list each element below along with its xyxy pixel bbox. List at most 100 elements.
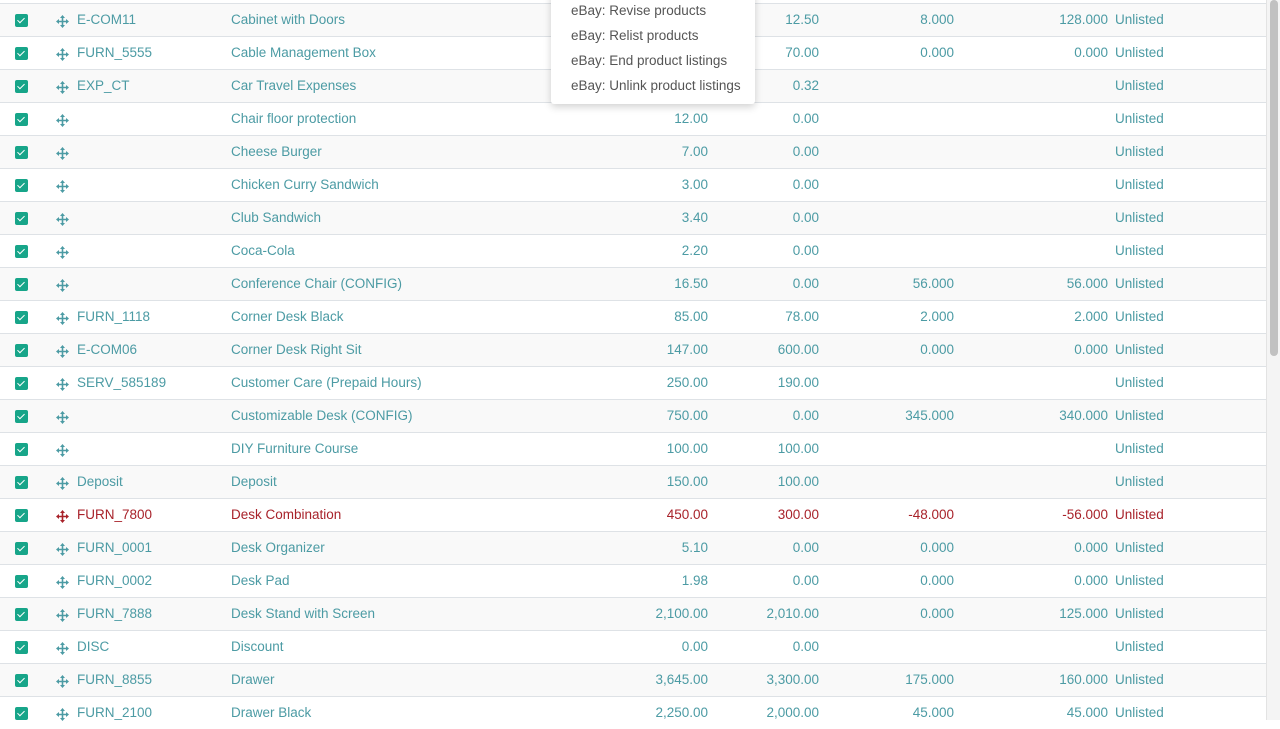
drag-handle-icon[interactable] (55, 37, 69, 69)
product-name: Desk Combination (231, 507, 342, 522)
drag-handle-icon[interactable] (55, 169, 69, 201)
ebay-listing-status: Unlisted (1115, 507, 1164, 522)
sales-price: 100.00 (666, 441, 708, 456)
ebay-listing-status: Unlisted (1115, 243, 1164, 258)
row-checkbox[interactable] (15, 443, 28, 456)
menu-item-unlink-listings[interactable]: eBay: Unlink product listings (551, 73, 755, 98)
drag-handle-icon[interactable] (55, 631, 69, 663)
table-row[interactable]: Conference Chair (CONFIG) 16.50 0.00 56.000… (0, 267, 1266, 300)
row-checkbox[interactable] (15, 608, 28, 621)
row-checkbox[interactable] (15, 278, 28, 291)
sales-price: 2,100.00 (655, 606, 708, 621)
table-row[interactable]: FURN_7800 Desk Combination 450.00 300.00 -48… (0, 498, 1266, 531)
table-row[interactable]: SERV_585189 Customer Care (Prepaid Hours)… (0, 366, 1266, 399)
menu-item-relist-products[interactable]: eBay: Relist products (551, 23, 755, 48)
quantity-on-hand: 0.000 (920, 540, 954, 555)
ebay-listing-status: Unlisted (1115, 408, 1164, 423)
drag-handle-icon[interactable] (55, 103, 69, 135)
internal-reference: FURN_5555 (77, 45, 153, 60)
table-row[interactable]: DISC Discount 0.00 0.00 Unlisted (0, 630, 1266, 663)
table-row[interactable]: FURN_7888 Desk Stand with Screen 2,100.00 2… (0, 597, 1266, 630)
row-checkbox[interactable] (15, 311, 28, 324)
drag-handle-icon[interactable] (55, 664, 69, 696)
row-checkbox[interactable] (15, 707, 28, 720)
drag-handle-icon[interactable] (55, 70, 69, 102)
row-checkbox[interactable] (15, 641, 28, 654)
drag-handle-icon[interactable] (55, 598, 69, 630)
product-name: Coca-Cola (231, 243, 295, 258)
drag-handle-icon[interactable] (55, 334, 69, 366)
row-checkbox[interactable] (15, 113, 28, 126)
forecasted-quantity: 160.000 (1059, 672, 1108, 687)
scrollbar-thumb[interactable] (1270, 0, 1278, 356)
drag-handle-icon[interactable] (55, 268, 69, 300)
drag-handle-icon[interactable] (55, 697, 69, 729)
row-checkbox[interactable] (15, 344, 28, 357)
table-row[interactable]: Cheese Burger 7.00 0.00 Unlisted (0, 135, 1266, 168)
table-row[interactable]: Coca-Cola 2.20 0.00 Unlisted (0, 234, 1266, 267)
internal-reference: FURN_0002 (77, 573, 153, 588)
sales-price: 16.50 (674, 276, 708, 291)
ebay-listing-status: Unlisted (1115, 375, 1164, 390)
ebay-listing-status: Unlisted (1115, 309, 1164, 324)
row-checkbox[interactable] (15, 575, 28, 588)
drag-handle-icon[interactable] (55, 433, 69, 465)
row-checkbox[interactable] (15, 674, 28, 687)
table-row[interactable]: DIY Furniture Course 100.00 100.00 Unlisted (0, 432, 1266, 465)
drag-handle-icon[interactable] (55, 202, 69, 234)
menu-item-revise-products[interactable]: eBay: Revise products (551, 0, 755, 23)
row-checkbox[interactable] (15, 179, 28, 192)
row-checkbox[interactable] (15, 476, 28, 489)
row-checkbox[interactable] (15, 47, 28, 60)
row-checkbox[interactable] (15, 212, 28, 225)
drag-handle-icon[interactable] (55, 301, 69, 333)
table-row[interactable]: FURN_0001 Desk Organizer 5.10 0.00 0.000 0.00… (0, 531, 1266, 564)
sales-price: 0.00 (681, 639, 708, 654)
row-checkbox[interactable] (15, 14, 28, 27)
drag-handle-icon[interactable] (55, 136, 69, 168)
drag-handle-icon[interactable] (55, 367, 69, 399)
drag-handle-icon[interactable] (55, 400, 69, 432)
table-row[interactable]: Chair floor protection 12.00 0.00 Unlisted (0, 102, 1266, 135)
drag-handle-icon[interactable] (55, 235, 69, 267)
table-row[interactable]: FURN_8855 Drawer 3,645.00 3,300.00 175.000 16… (0, 663, 1266, 696)
drag-handle-icon[interactable] (55, 565, 69, 597)
drag-handle-icon[interactable] (55, 532, 69, 564)
internal-reference: FURN_8855 (77, 672, 153, 687)
forecasted-quantity: 0.000 (1074, 45, 1108, 60)
ebay-listing-status: Unlisted (1115, 672, 1164, 687)
sales-price: 3.40 (681, 210, 708, 225)
drag-handle-icon[interactable] (55, 466, 69, 498)
forecasted-quantity: -56.000 (1062, 507, 1108, 522)
product-name: Desk Pad (231, 573, 290, 588)
table-row[interactable]: FURN_2100 Drawer Black 2,250.00 2,000.00 45.… (0, 696, 1266, 729)
table-row[interactable]: Club Sandwich 3.40 0.00 Unlisted (0, 201, 1266, 234)
table-row[interactable]: Deposit Deposit 150.00 100.00 Unlisted (0, 465, 1266, 498)
table-row[interactable]: Customizable Desk (CONFIG) 750.00 0.00 345.… (0, 399, 1266, 432)
forecasted-quantity: 0.000 (1074, 573, 1108, 588)
menu-item-end-listings[interactable]: eBay: End product listings (551, 48, 755, 73)
row-checkbox[interactable] (15, 509, 28, 522)
ebay-listing-status: Unlisted (1115, 276, 1164, 291)
internal-reference: FURN_7888 (77, 606, 153, 621)
table-row[interactable]: FURN_0002 Desk Pad 1.98 0.00 0.000 0.000 Unlis… (0, 564, 1266, 597)
row-checkbox[interactable] (15, 245, 28, 258)
table-row[interactable]: Chicken Curry Sandwich 3.00 0.00 Unlisted (0, 168, 1266, 201)
row-checkbox[interactable] (15, 410, 28, 423)
row-checkbox[interactable] (15, 542, 28, 555)
row-checkbox[interactable] (15, 80, 28, 93)
drag-handle-icon[interactable] (55, 499, 69, 531)
row-checkbox[interactable] (15, 146, 28, 159)
product-name: Drawer Black (231, 705, 312, 720)
cost: 70.00 (785, 45, 819, 60)
product-name: Desk Stand with Screen (231, 606, 376, 621)
table-row[interactable]: FURN_1118 Corner Desk Black 85.00 78.00 2.00… (0, 300, 1266, 333)
drag-handle-icon[interactable] (55, 4, 69, 36)
row-checkbox[interactable] (15, 377, 28, 390)
vertical-scrollbar[interactable] (1266, 0, 1280, 720)
quantity-on-hand: 0.000 (920, 573, 954, 588)
table-row[interactable]: E-COM06 Corner Desk Right Sit 147.00 600.00… (0, 333, 1266, 366)
cost: 3,300.00 (766, 672, 819, 687)
product-name: Corner Desk Right Sit (231, 342, 362, 357)
ebay-listing-status: Unlisted (1115, 441, 1164, 456)
